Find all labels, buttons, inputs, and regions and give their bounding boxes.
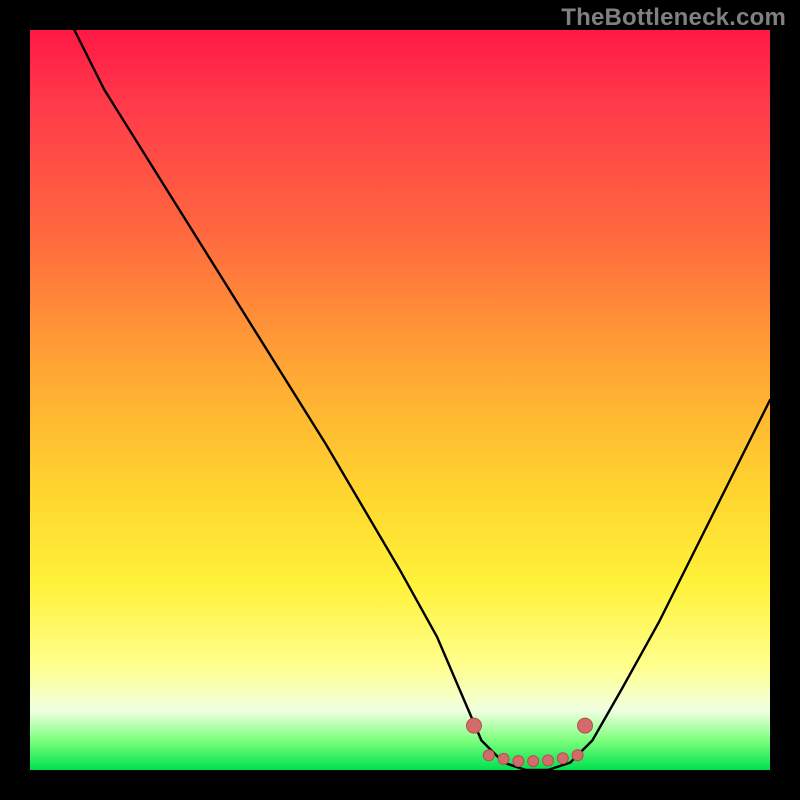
floor-dot-2 bbox=[498, 753, 509, 764]
floor-dot-6 bbox=[557, 753, 568, 764]
marker-dots bbox=[467, 718, 593, 767]
curve-svg bbox=[30, 30, 770, 770]
right-knee-dot bbox=[578, 718, 593, 733]
left-knee-dot bbox=[467, 718, 482, 733]
floor-dot-5 bbox=[543, 755, 554, 766]
chart-container: TheBottleneck.com bbox=[0, 0, 800, 800]
floor-dot-1 bbox=[483, 750, 494, 761]
floor-dot-4 bbox=[528, 756, 539, 767]
plot-area bbox=[30, 30, 770, 770]
bottleneck-curve bbox=[74, 30, 770, 770]
floor-dot-7 bbox=[572, 750, 583, 761]
floor-dot-3 bbox=[513, 756, 524, 767]
watermark-text: TheBottleneck.com bbox=[561, 4, 786, 32]
